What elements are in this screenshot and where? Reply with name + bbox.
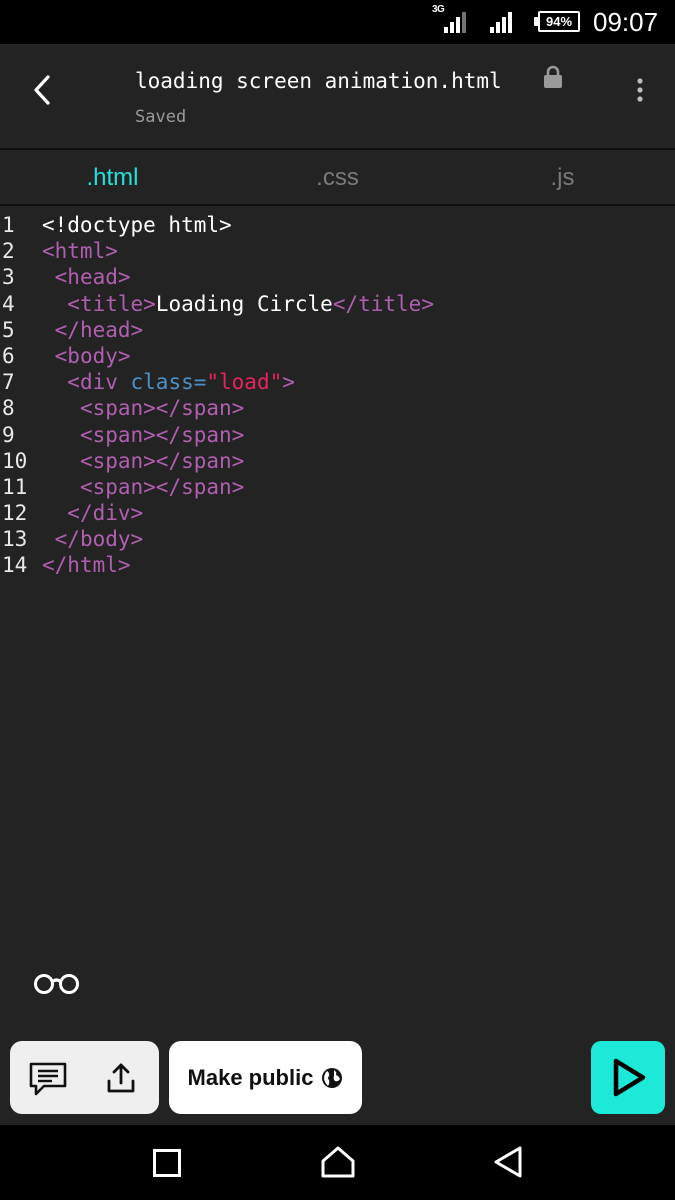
line-number: 2	[2, 239, 15, 264]
globe-icon	[322, 1067, 343, 1088]
code-line[interactable]: 6 <body>	[0, 343, 675, 369]
lock-button[interactable]	[543, 65, 563, 89]
code-text: <title>Loading Circle</title>	[42, 291, 434, 317]
glasses-icon	[34, 974, 79, 994]
code-line[interactable]: 3 <head>	[0, 264, 675, 290]
more-options-button[interactable]	[628, 76, 652, 106]
code-text: </div>	[42, 500, 143, 526]
code-token: >	[282, 370, 295, 395]
code-line[interactable]: 4 <title>Loading Circle</title>	[0, 291, 675, 317]
code-line[interactable]: 12 </div>	[0, 500, 675, 526]
code-token: <span></span>	[79, 448, 245, 473]
run-button[interactable]	[591, 1041, 665, 1114]
code-token: <head>	[54, 265, 131, 290]
code-line[interactable]: 1 <!doctype html>	[0, 212, 675, 238]
signal-icon	[490, 11, 516, 33]
editor-header: loading screen animation.html Saved	[0, 44, 675, 150]
code-token: <title>	[67, 291, 156, 316]
code-token: <body>	[54, 343, 131, 368]
code-text: <body>	[42, 343, 131, 369]
code-token: <span></span>	[79, 396, 245, 421]
file-title: loading screen animation.html	[135, 69, 502, 93]
code-text: <html>	[42, 238, 118, 264]
signal-icon	[440, 11, 466, 33]
line-number: 6	[2, 343, 15, 368]
code-line[interactable]: 10 <span></span>	[0, 448, 675, 474]
comment-button[interactable]	[28, 1061, 68, 1097]
preview-toggle-button[interactable]	[32, 970, 82, 996]
tab-css[interactable]: .css	[225, 152, 450, 204]
line-number: 14	[2, 553, 28, 578]
tab-js[interactable]: .js	[450, 152, 675, 204]
status-time: 09:07	[593, 7, 659, 37]
code-token: <div	[67, 370, 131, 395]
code-text: <!doctype html>	[42, 212, 232, 238]
code-token: <html>	[42, 239, 118, 264]
code-text: <head>	[42, 264, 131, 290]
code-line[interactable]: 14 </html>	[0, 552, 675, 578]
line-number: 11	[2, 474, 28, 499]
code-token: </html>	[42, 553, 131, 578]
code-token: </div>	[67, 501, 144, 526]
save-status: Saved	[135, 107, 187, 127]
code-line[interactable]: 11 <span></span>	[0, 474, 675, 500]
code-text: <span></span>	[42, 395, 244, 421]
code-text: <span></span>	[42, 422, 244, 448]
play-icon	[613, 1058, 646, 1097]
code-line[interactable]: 8 <span></span>	[0, 395, 675, 421]
tab-html[interactable]: .html	[0, 152, 225, 204]
lock-icon	[544, 65, 562, 88]
recent-apps-icon[interactable]	[153, 1149, 181, 1177]
code-text: <span></span>	[42, 448, 244, 474]
share-button[interactable]	[106, 1061, 136, 1095]
code-text: <span></span>	[42, 474, 244, 500]
system-nav-bar	[0, 1125, 675, 1200]
make-public-label: Make public	[187, 1064, 314, 1090]
file-tabs: .html .css .js	[0, 152, 675, 206]
code-line[interactable]: 7 <div class="load">	[0, 369, 675, 395]
back-arrow-icon	[34, 75, 50, 105]
code-token: </body>	[54, 527, 144, 552]
back-button[interactable]	[24, 70, 64, 110]
action-group	[10, 1041, 159, 1114]
line-number: 10	[2, 448, 28, 473]
line-number: 9	[2, 422, 15, 447]
line-number: 3	[2, 265, 15, 290]
line-number: 4	[2, 291, 15, 316]
code-token: <span></span>	[79, 474, 245, 499]
status-bar: 3G 94% 09:07	[0, 0, 675, 44]
line-number: 7	[2, 370, 15, 395]
comment-icon	[29, 1062, 67, 1096]
code-text: </html>	[42, 552, 131, 578]
code-token: class=	[130, 370, 207, 395]
code-line[interactable]: 9 <span></span>	[0, 422, 675, 448]
code-token: </title>	[332, 291, 434, 316]
code-token: <span></span>	[79, 422, 245, 447]
line-number: 5	[2, 317, 15, 342]
code-text: </body>	[42, 526, 144, 552]
code-token: Loading Circle	[155, 291, 333, 316]
code-token: <!doctype html>	[42, 213, 232, 237]
code-line[interactable]: 2 <html>	[0, 238, 675, 264]
code-editor[interactable]: 1 <!doctype html> 2 <html> 3 <head> 4 <title>…	[0, 212, 675, 579]
code-token: "load"	[206, 370, 283, 395]
line-number: 13	[2, 527, 28, 552]
code-token: </head>	[54, 317, 144, 342]
make-public-button[interactable]: Make public	[169, 1041, 362, 1114]
more-vert-icon	[637, 78, 643, 102]
upload-icon	[107, 1063, 135, 1093]
line-number: 1	[2, 213, 15, 237]
line-number: 12	[2, 501, 28, 526]
nav-back-icon[interactable]	[492, 1145, 524, 1179]
code-line[interactable]: 13 </body>	[0, 526, 675, 552]
code-text: </head>	[42, 317, 144, 343]
line-number: 8	[2, 396, 15, 421]
code-line[interactable]: 5 </head>	[0, 317, 675, 343]
code-text: <div class="load">	[42, 369, 295, 395]
home-icon[interactable]	[320, 1145, 356, 1179]
battery-icon: 94%	[534, 11, 580, 32]
